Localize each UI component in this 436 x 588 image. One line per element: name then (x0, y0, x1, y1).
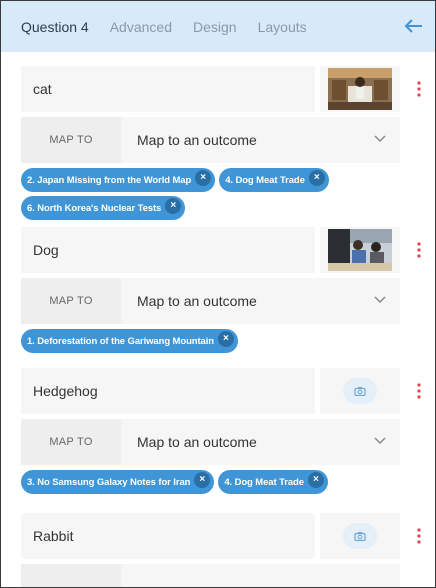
outcome-select-value: Map to an outcome (137, 132, 257, 148)
chevron-down-icon (374, 135, 386, 143)
tab-layouts[interactable]: Layouts (258, 19, 307, 35)
tag-label: 3. No Samsung Galaxy Notes for Iran (27, 476, 191, 488)
tab-question-4[interactable]: Question 4 (21, 19, 89, 35)
map-row-partial (21, 564, 435, 587)
dog-photo-thumbnail (328, 229, 392, 271)
answer-image-slot[interactable] (320, 227, 400, 273)
map-to-label (21, 564, 121, 587)
answer-text-input[interactable] (21, 513, 315, 559)
outcome-tag[interactable]: 4. Dog Meat Trade × (219, 168, 329, 192)
camera-icon (343, 523, 377, 549)
answer-text-input[interactable] (21, 66, 315, 112)
outcome-tag[interactable]: 1. Deforestation of the Gariwang Mountai… (21, 329, 238, 353)
chevron-down-icon (374, 296, 386, 304)
tag-label: 2. Japan Missing from the World Map (27, 174, 192, 186)
more-options-icon[interactable] (410, 66, 428, 112)
add-image-button[interactable] (320, 513, 400, 559)
more-options-icon[interactable] (410, 513, 428, 559)
tag-label: 6. North Korea's Nuclear Tests (27, 202, 162, 214)
answer-image-slot[interactable] (320, 66, 400, 112)
tab-advanced[interactable]: Advanced (110, 19, 172, 35)
remove-tag-icon[interactable]: × (307, 472, 324, 488)
answer-item-dog: MAP TO Map to an outcome 1. Deforestatio… (21, 227, 435, 357)
outcome-select-value: Map to an outcome (137, 434, 257, 450)
outcome-tag[interactable]: 3. No Samsung Galaxy Notes for Iran × (21, 470, 215, 494)
answers-list: MAP TO Map to an outcome 2. Japan Missin… (1, 66, 435, 587)
quiz-editor-panel: Question 4 Advanced Design Layouts cat M… (0, 0, 436, 588)
outcome-select[interactable]: Map to an outcome (121, 278, 400, 324)
answer-text-input[interactable] (21, 368, 315, 414)
camera-icon (343, 378, 377, 404)
outcome-tags: 2. Japan Missing from the World Map × 4.… (21, 163, 411, 224)
chevron-down-icon (374, 437, 386, 445)
tab-bar: Question 4 Advanced Design Layouts (1, 1, 435, 52)
remove-tag-icon[interactable]: × (165, 198, 182, 214)
tag-label: 4. Dog Meat Trade (224, 476, 304, 488)
tag-label: 1. Deforestation of the Gariwang Mountai… (27, 335, 214, 347)
more-options-icon[interactable] (410, 368, 428, 414)
outcome-tag[interactable]: 6. North Korea's Nuclear Tests × (21, 196, 186, 220)
outcome-select-value: Map to an outcome (137, 293, 257, 309)
remove-tag-icon[interactable]: × (195, 170, 212, 186)
answer-item-rabbit (21, 513, 435, 587)
outcome-select[interactable]: Map to an outcome (121, 419, 400, 465)
outcome-tags: 3. No Samsung Galaxy Notes for Iran × 4.… (21, 465, 411, 498)
tag-label: 4. Dog Meat Trade (225, 174, 305, 186)
map-to-label: MAP TO (21, 278, 121, 324)
answer-text-input[interactable] (21, 227, 315, 273)
outcome-tag[interactable]: 2. Japan Missing from the World Map × (21, 168, 216, 192)
add-image-button[interactable] (320, 368, 400, 414)
outcome-select[interactable] (121, 564, 400, 587)
map-to-label: MAP TO (21, 419, 121, 465)
remove-tag-icon[interactable]: × (308, 170, 325, 186)
remove-tag-icon[interactable]: × (194, 472, 211, 488)
tab-design[interactable]: Design (193, 19, 237, 35)
more-options-icon[interactable] (410, 227, 428, 273)
answer-item-hedgehog: MAP TO Map to an outcome 3. No Samsung G… (21, 368, 435, 498)
outcome-select[interactable]: Map to an outcome (121, 117, 400, 163)
answer-item-cat: MAP TO Map to an outcome 2. Japan Missin… (21, 66, 435, 224)
outcome-tag[interactable]: 4. Dog Meat Trade × (218, 470, 328, 494)
arrow-left-icon[interactable] (403, 15, 425, 37)
remove-tag-icon[interactable]: × (217, 331, 234, 347)
map-to-label: MAP TO (21, 117, 121, 163)
outcome-tags: 1. Deforestation of the Gariwang Mountai… (21, 324, 411, 357)
cat-photo-thumbnail (328, 68, 392, 110)
